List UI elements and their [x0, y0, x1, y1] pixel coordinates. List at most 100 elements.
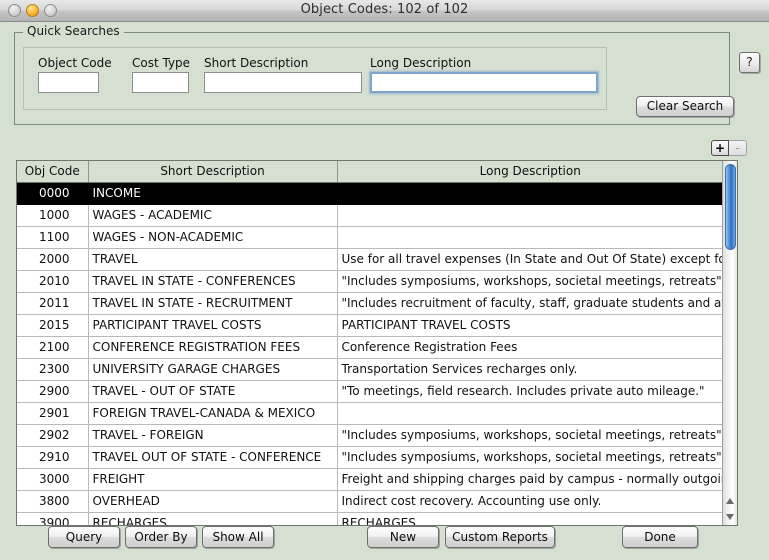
done-button[interactable]: Done: [622, 526, 698, 548]
table-row[interactable]: 2902 TRAVEL - FOREIGN "Includes symposiums…: [17, 424, 723, 447]
table-row[interactable]: 1100 WAGES - NON-ACADEMIC: [17, 226, 723, 249]
column-header-long-description[interactable]: Long Description: [337, 161, 723, 183]
scroll-down-button[interactable]: [723, 509, 737, 525]
table-row[interactable]: 2910 TRAVEL OUT OF STATE - CONFERENCE "Inc…: [17, 446, 723, 469]
cell-long-description: [337, 182, 723, 205]
cell-obj-code: 1100: [17, 226, 89, 249]
table-row[interactable]: 0000 INCOME: [17, 182, 723, 205]
quick-searches-panel: Quick Searches Object Code Cost Type Sho…: [14, 24, 734, 125]
cell-long-description: "Includes recruitment of faculty, staff,…: [337, 292, 723, 315]
table-row[interactable]: 2901 FOREIGN TRAVEL-CANADA & MEXICO: [17, 402, 723, 425]
add-row-button[interactable]: +: [711, 140, 729, 156]
scrollbar-arrows: [723, 493, 737, 525]
cell-short-description: UNIVERSITY GARAGE CHARGES: [88, 358, 338, 381]
cell-short-description: TRAVEL IN STATE - RECRUITMENT: [88, 292, 338, 315]
cell-long-description: Indirect cost recovery. Accounting use o…: [337, 490, 723, 513]
object-codes-table: Obj Code Short Description Long Descript…: [16, 160, 738, 526]
field-long-description: Long Description: [370, 56, 598, 93]
table-row[interactable]: 2300 UNIVERSITY GARAGE CHARGES Transportat…: [17, 358, 723, 381]
cell-obj-code: 2015: [17, 314, 89, 337]
cell-short-description: TRAVEL - OUT OF STATE: [88, 380, 338, 403]
cell-obj-code: 2100: [17, 336, 89, 359]
short-description-input[interactable]: [204, 72, 362, 93]
cell-short-description: PARTICIPANT TRAVEL COSTS: [88, 314, 338, 337]
cell-obj-code: 2910: [17, 446, 89, 469]
cell-obj-code: 1000: [17, 204, 89, 227]
cell-long-description: "Includes symposiums, workshops, societa…: [337, 446, 723, 469]
cell-long-description: "To meetings, field research. Includes p…: [337, 380, 723, 403]
quick-searches-fieldset: Object Code Cost Type Short Description …: [23, 47, 607, 110]
new-button[interactable]: New: [367, 526, 439, 548]
custom-reports-button[interactable]: Custom Reports: [445, 526, 555, 548]
window-titlebar: Object Codes: 102 of 102: [0, 0, 769, 22]
table-row[interactable]: 3000 FREIGHT Freight and shipping charges …: [17, 468, 723, 491]
scrollbar-thumb[interactable]: [725, 164, 736, 250]
table-row[interactable]: 3900 RECHARGES RECHARGES: [17, 512, 723, 525]
table-row[interactable]: 2000 TRAVEL Use for all travel expenses (I…: [17, 248, 723, 271]
cell-short-description: WAGES - ACADEMIC: [88, 204, 338, 227]
long-description-input[interactable]: [370, 72, 598, 93]
clear-search-button[interactable]: Clear Search: [636, 96, 734, 117]
table-row[interactable]: 2011 TRAVEL IN STATE - RECRUITMENT "Includ…: [17, 292, 723, 315]
cell-short-description: OVERHEAD: [88, 490, 338, 513]
cell-obj-code: 2000: [17, 248, 89, 271]
grid: Obj Code Short Description Long Descript…: [17, 161, 723, 525]
show-all-button[interactable]: Show All: [202, 526, 274, 548]
cell-short-description: TRAVEL - FOREIGN: [88, 424, 338, 447]
object-code-input[interactable]: [38, 72, 99, 93]
cell-long-description: [337, 402, 723, 425]
cell-short-description: INCOME: [88, 182, 338, 205]
cell-obj-code: 3900: [17, 512, 89, 525]
cell-short-description: TRAVEL OUT OF STATE - CONFERENCE: [88, 446, 338, 469]
field-short-description: Short Description: [204, 56, 362, 93]
cell-long-description: [337, 226, 723, 249]
cell-long-description: Conference Registration Fees: [337, 336, 723, 359]
vertical-scrollbar[interactable]: [722, 161, 737, 525]
remove-row-button[interactable]: -: [729, 140, 747, 156]
cell-long-description: Transportation Services recharges only.: [337, 358, 723, 381]
cell-long-description: "Includes symposiums, workshops, societa…: [337, 270, 723, 293]
cell-long-description: Freight and shipping charges paid by cam…: [337, 468, 723, 491]
window-content: Quick Searches Object Code Cost Type Sho…: [0, 22, 769, 560]
table-row[interactable]: 2900 TRAVEL - OUT OF STATE "To meetings, f…: [17, 380, 723, 403]
table-row[interactable]: 2100 CONFERENCE REGISTRATION FEES Conferen…: [17, 336, 723, 359]
query-button[interactable]: Query: [48, 526, 120, 548]
window-title: Object Codes: 102 of 102: [300, 2, 469, 17]
order-by-button[interactable]: Order By: [125, 526, 197, 548]
cell-obj-code: 2902: [17, 424, 89, 447]
cell-long-description: RECHARGES: [337, 512, 723, 525]
field-short-description-label: Short Description: [204, 56, 309, 70]
cell-long-description: PARTICIPANT TRAVEL COSTS: [337, 314, 723, 337]
cell-short-description: TRAVEL: [88, 248, 338, 271]
column-header-short-description[interactable]: Short Description: [88, 161, 338, 183]
cell-long-description: Use for all travel expenses (In State an…: [337, 248, 723, 271]
field-long-description-label: Long Description: [370, 56, 472, 70]
table-row[interactable]: 2010 TRAVEL IN STATE - CONFERENCES "Includ…: [17, 270, 723, 293]
cell-obj-code: 3000: [17, 468, 89, 491]
table-row[interactable]: 1000 WAGES - ACADEMIC: [17, 204, 723, 227]
cell-obj-code: 2901: [17, 402, 89, 425]
cell-short-description: TRAVEL IN STATE - CONFERENCES: [88, 270, 338, 293]
field-cost-type: Cost Type: [132, 56, 190, 93]
column-header-obj-code[interactable]: Obj Code: [17, 161, 89, 183]
field-cost-type-label: Cost Type: [132, 56, 191, 70]
cost-type-input[interactable]: [132, 72, 189, 93]
scroll-up-button[interactable]: [723, 493, 737, 509]
cell-long-description: "Includes symposiums, workshops, societa…: [337, 424, 723, 447]
field-object-code-label: Object Code: [38, 56, 112, 70]
cell-obj-code: 2300: [17, 358, 89, 381]
cell-short-description: FREIGHT: [88, 468, 338, 491]
cell-short-description: CONFERENCE REGISTRATION FEES: [88, 336, 338, 359]
cell-obj-code: 2900: [17, 380, 89, 403]
table-row[interactable]: 3800 OVERHEAD Indirect cost recovery. Acco…: [17, 490, 723, 513]
table-header-row: Obj Code Short Description Long Descript…: [17, 161, 723, 183]
table-row[interactable]: 2015 PARTICIPANT TRAVEL COSTS PARTICIPANT …: [17, 314, 723, 337]
cell-short-description: RECHARGES: [88, 512, 338, 525]
row-tools: + -: [711, 140, 747, 156]
action-button-bar: Query Order By Show All New Custom Repor…: [0, 526, 769, 554]
cell-obj-code: 2011: [17, 292, 89, 315]
help-icon[interactable]: ?: [739, 52, 760, 73]
table-viewport: Obj Code Short Description Long Descript…: [17, 161, 723, 525]
cell-short-description: WAGES - NON-ACADEMIC: [88, 226, 338, 249]
grid-body: 0000 INCOME 1000 WAGES - ACADEMIC 1100 WAGES …: [17, 182, 723, 525]
